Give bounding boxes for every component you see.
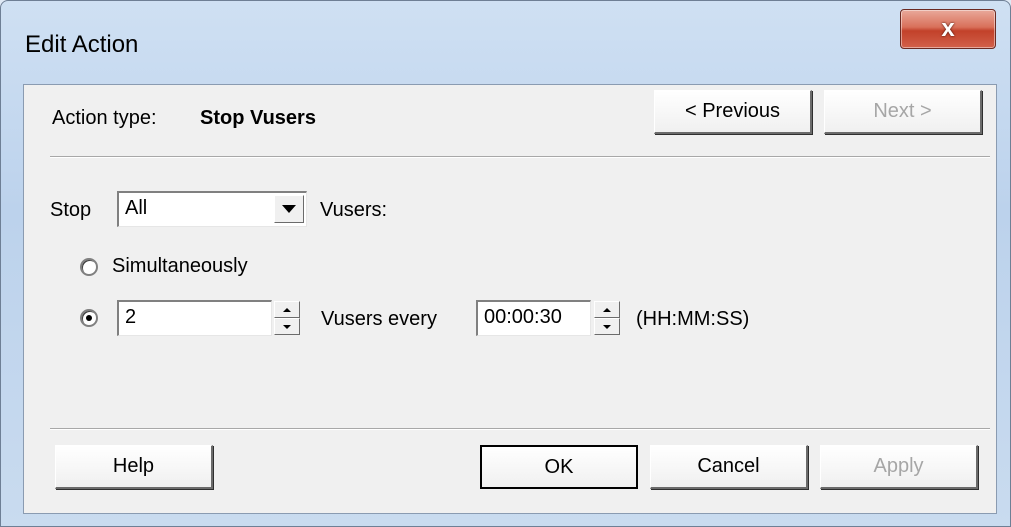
dialog-body: Action type: Stop Vusers < Previous Next… (23, 84, 997, 514)
apply-button[interactable]: Apply (820, 445, 978, 489)
title-bar[interactable]: Edit Action x (1, 1, 1010, 83)
spin-up-button[interactable] (274, 301, 300, 318)
edit-action-dialog: Edit Action x Action type: Stop Vusers <… (0, 0, 1011, 527)
footer-separator (50, 428, 990, 430)
apply-button-label: Apply (873, 455, 924, 477)
close-button[interactable]: x (900, 9, 996, 49)
batch-count-spinner[interactable] (274, 301, 300, 335)
arrow-down-icon (283, 324, 291, 329)
vusers-label: Vusers: (320, 199, 388, 221)
cancel-button-label: Cancel (697, 455, 760, 477)
action-type-label: Action type: (52, 107, 157, 129)
close-icon: x (941, 15, 955, 42)
arrow-down-icon (603, 324, 611, 329)
stop-select-value: All (125, 197, 148, 219)
interval-spinner[interactable] (594, 301, 620, 335)
next-button-label: Next > (873, 100, 932, 122)
vusers-every-label: Vusers every (321, 308, 437, 330)
action-type-value: Stop Vusers (200, 107, 316, 129)
header-separator (50, 156, 990, 158)
next-button[interactable]: Next > (824, 90, 982, 134)
batch-count-value: 2 (125, 306, 137, 328)
chevron-down-icon (282, 205, 296, 213)
spin-down-button[interactable] (594, 318, 620, 335)
cancel-button[interactable]: Cancel (650, 445, 808, 489)
spin-up-button[interactable] (594, 301, 620, 318)
stop-label: Stop (50, 199, 92, 221)
batch-radio[interactable] (80, 309, 98, 327)
simultaneously-label[interactable]: Simultaneously (112, 255, 248, 278)
arrow-up-icon (283, 307, 291, 312)
previous-button[interactable]: < Previous (654, 90, 812, 134)
batch-count-input[interactable]: 2 (117, 300, 272, 336)
spin-down-button[interactable] (274, 318, 300, 335)
help-button[interactable]: Help (55, 445, 213, 489)
help-button-label: Help (112, 455, 155, 477)
stop-vusers-select[interactable]: All (117, 191, 307, 227)
arrow-up-icon (603, 307, 611, 312)
interval-value: 00:00:30 (484, 306, 562, 328)
simultaneously-radio[interactable] (80, 258, 98, 276)
ok-button[interactable]: OK (480, 445, 638, 489)
previous-button-label: < Previous (684, 100, 781, 122)
radio-selected-dot (86, 315, 92, 321)
ok-button-label: OK (544, 455, 574, 478)
dropdown-button[interactable] (274, 195, 304, 223)
window-title: Edit Action (25, 31, 139, 58)
interval-input[interactable]: 00:00:30 (476, 300, 591, 336)
interval-format-label: (HH:MM:SS) (636, 308, 750, 330)
